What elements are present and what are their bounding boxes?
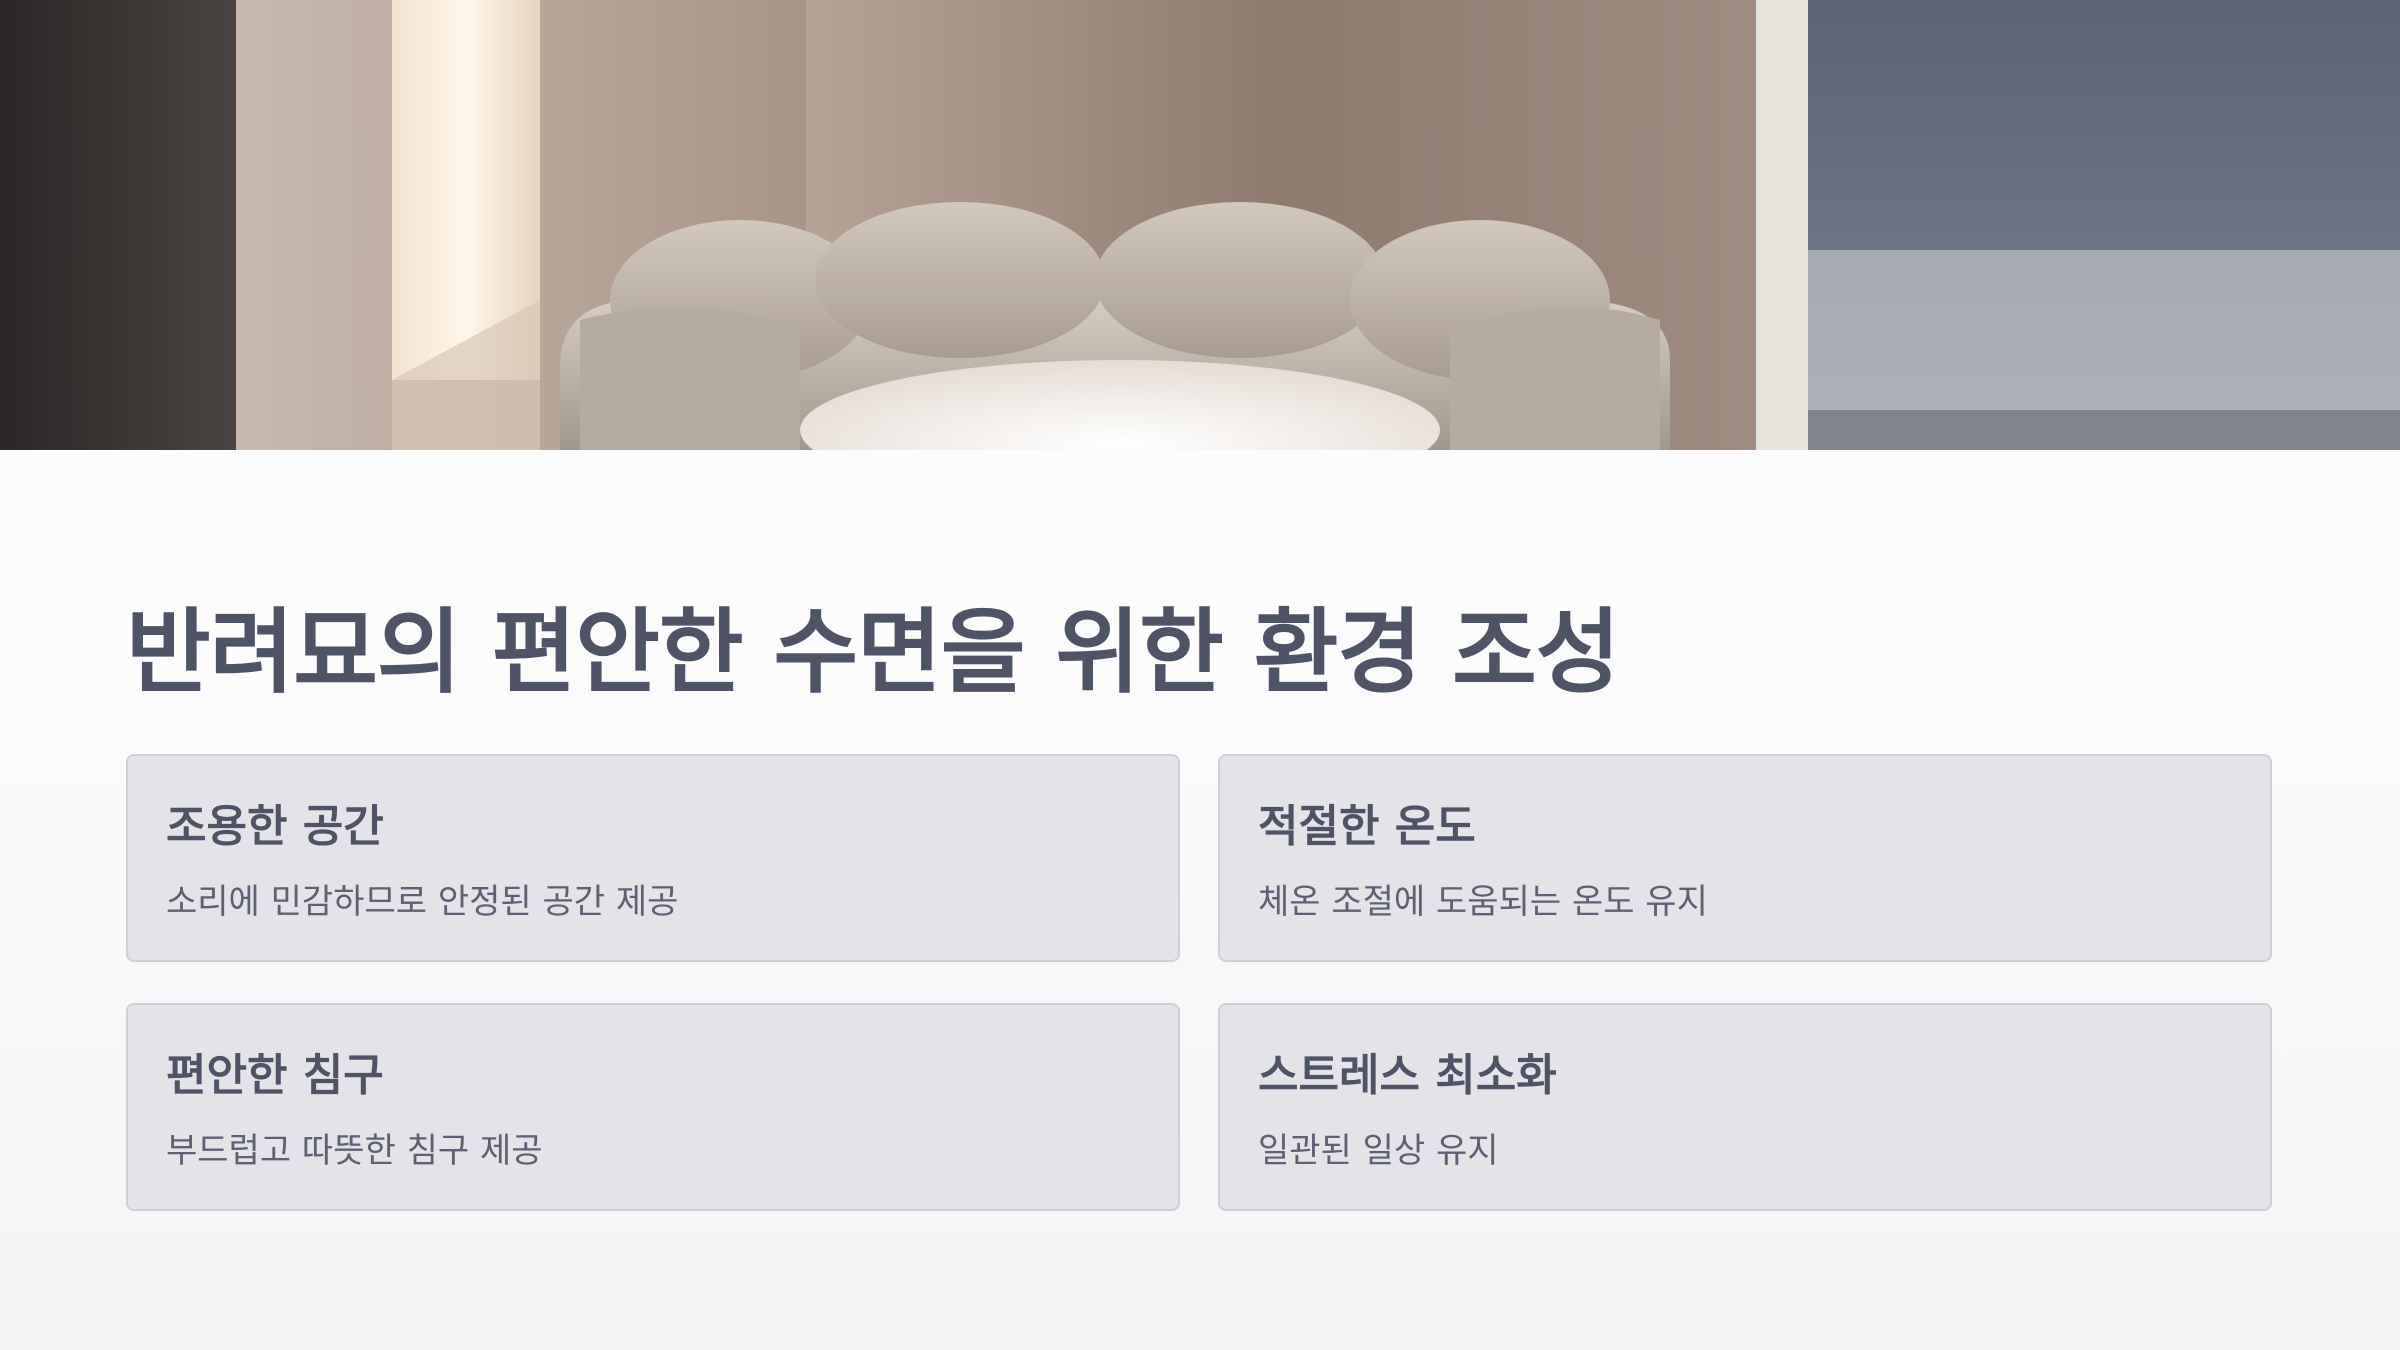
pet-bed-photo xyxy=(0,0,2400,450)
banner-image xyxy=(0,0,2400,450)
card-description: 일관된 일상 유지 xyxy=(1258,1131,1499,1171)
page-title: 반려묘의 편안한 수면을 위한 환경 조성 xyxy=(126,599,1620,706)
card-title: 적절한 온도 xyxy=(1258,801,1476,852)
card-description: 부드럽고 따뜻한 침구 제공 xyxy=(166,1131,543,1171)
card-title: 조용한 공간 xyxy=(166,801,384,852)
card-proper-temperature: 적절한 온도 체온 조절에 도움되는 온도 유지 xyxy=(1218,754,2272,962)
card-title: 스트레스 최소화 xyxy=(1258,1050,1557,1101)
card-description: 체온 조절에 도움되는 온도 유지 xyxy=(1258,882,1708,922)
card-minimize-stress: 스트레스 최소화 일관된 일상 유지 xyxy=(1218,1003,2272,1211)
card-description: 소리에 민감하므로 안정된 공간 제공 xyxy=(166,882,679,922)
card-comfortable-bedding: 편안한 침구 부드럽고 따뜻한 침구 제공 xyxy=(126,1003,1180,1211)
card-quiet-space: 조용한 공간 소리에 민감하므로 안정된 공간 제공 xyxy=(126,754,1180,962)
slide: 반려묘의 편안한 수면을 위한 환경 조성 조용한 공간 소리에 민감하므로 안… xyxy=(0,0,2400,1350)
card-title: 편안한 침구 xyxy=(166,1050,384,1101)
